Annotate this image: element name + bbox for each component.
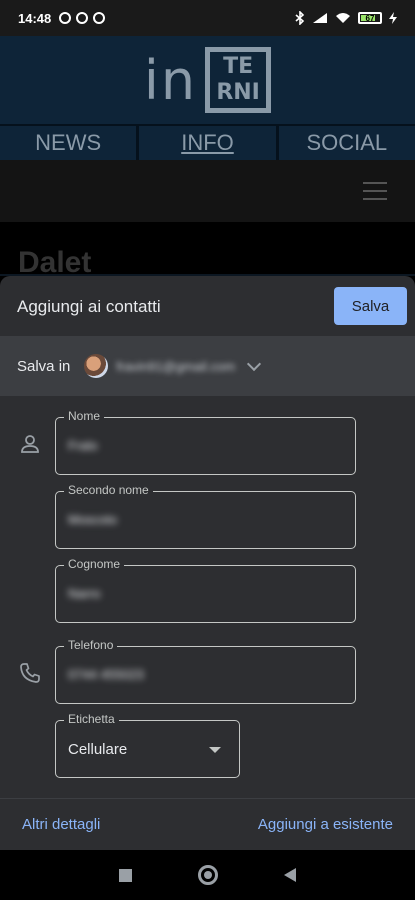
status-bar: 14:48 67 — [0, 0, 415, 36]
phone-field[interactable]: Telefono 0744 455023 — [55, 638, 356, 704]
phone-type-value: Cellulare — [68, 741, 128, 758]
site-header: in TE RNI — [0, 36, 415, 124]
sheet-footer: Altri dettagli Aggiungi a esistente — [0, 798, 415, 850]
phone-type-label: Etichetta — [64, 712, 119, 726]
sheet-title: Aggiungi ai contatti — [17, 297, 161, 316]
wifi-icon — [336, 13, 350, 23]
battery-icon: 67 — [358, 12, 382, 24]
site-peek-text: Dalet — [18, 246, 92, 279]
dropdown-arrow-icon — [209, 747, 221, 753]
notification-icon — [93, 12, 106, 24]
phone-label: Telefono — [64, 638, 118, 652]
account-email: fravin91@gmail.com — [116, 358, 236, 374]
site-nav-social[interactable]: SOCIAL — [279, 126, 415, 160]
more-details-link[interactable]: Altri dettagli — [22, 816, 100, 833]
site-logo-text: in — [143, 48, 198, 112]
website-background: in TE RNI NEWS INFO SOCIAL Dalet — [0, 36, 415, 279]
site-nav-info[interactable]: INFO — [139, 126, 279, 160]
chevron-down-icon[interactable] — [246, 356, 262, 371]
account-avatar — [84, 354, 109, 378]
save-in-label: Salva in — [17, 357, 71, 375]
phone-icon — [20, 663, 40, 683]
recents-icon[interactable] — [119, 868, 132, 882]
phone-type-dropdown[interactable]: Etichetta Cellulare — [55, 712, 240, 778]
site-menu-bar — [0, 160, 415, 222]
first-name-field[interactable]: Nome Fralo — [55, 409, 356, 475]
last-name-value: Narro — [68, 586, 101, 601]
signal-icon — [313, 13, 327, 23]
middle-name-field[interactable]: Secondo nome Moscoto — [55, 483, 356, 549]
save-in-row[interactable]: Salva in fravin91@gmail.com — [0, 336, 415, 396]
phone-value: 0744 455023 — [68, 667, 144, 682]
site-nav: NEWS INFO SOCIAL — [0, 124, 415, 160]
notification-icon — [76, 12, 89, 24]
person-icon — [21, 435, 39, 453]
home-icon[interactable] — [198, 865, 218, 885]
add-contact-sheet: Aggiungi ai contatti Salva Salva in frav… — [0, 276, 415, 850]
site-content: Dalet — [0, 222, 415, 279]
hamburger-menu-icon[interactable] — [363, 182, 387, 200]
last-name-label: Cognome — [64, 557, 125, 571]
bluetooth-icon — [295, 11, 305, 25]
back-icon[interactable] — [284, 868, 296, 882]
charging-icon — [389, 12, 397, 24]
first-name-label: Nome — [64, 409, 105, 423]
middle-name-label: Secondo nome — [64, 483, 153, 497]
last-name-field[interactable]: Cognome Narro — [55, 557, 356, 623]
site-logo-mark: TE RNI — [205, 47, 272, 113]
sheet-header: Aggiungi ai contatti Salva — [0, 276, 415, 336]
notification-icon — [59, 12, 72, 24]
save-button[interactable]: Salva — [334, 287, 407, 325]
add-to-existing-link[interactable]: Aggiungi a esistente — [258, 816, 393, 833]
site-nav-news[interactable]: NEWS — [0, 126, 140, 160]
system-nav-bar — [0, 850, 415, 900]
system-icons: 67 — [295, 11, 397, 25]
status-time: 14:48 — [18, 10, 52, 26]
middle-name-value: Moscoto — [68, 512, 118, 527]
first-name-value: Fralo — [68, 438, 98, 453]
notification-icons — [59, 12, 106, 24]
